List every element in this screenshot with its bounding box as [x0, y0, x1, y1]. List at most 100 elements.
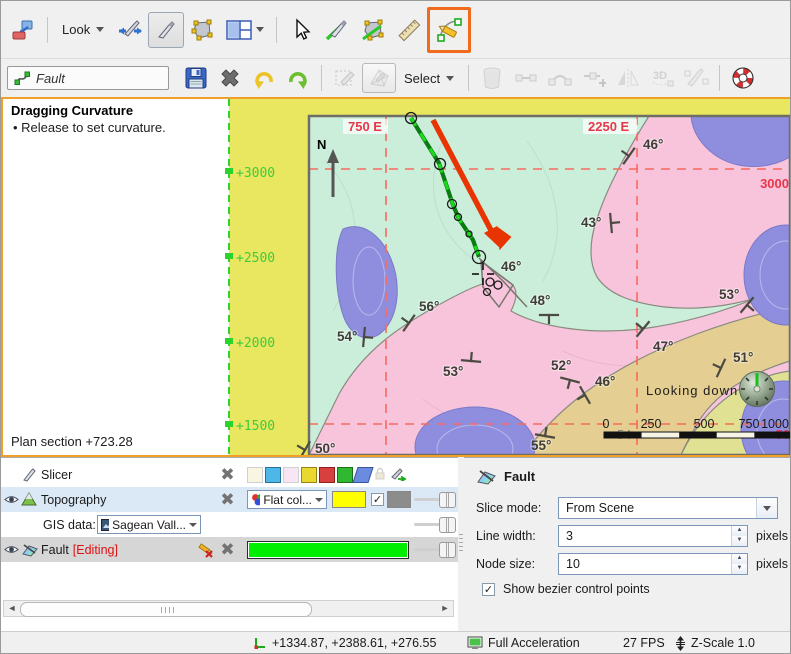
cube-green-icon[interactable]	[337, 467, 353, 483]
fault-layer-icon	[22, 544, 38, 557]
cube-blue-icon[interactable]	[265, 467, 281, 483]
cursor-coordinates: +1334.87, +2388.61, +276.55	[272, 636, 437, 650]
slice-plane-icon[interactable]	[352, 467, 374, 483]
layer-name: Fault	[41, 542, 69, 557]
gis-data-dropdown[interactable]: Sagean Vall...	[97, 515, 201, 534]
cube-pale-icon[interactable]	[247, 467, 263, 483]
topography-color-swatch[interactable]	[332, 491, 366, 508]
mirror-button[interactable]	[611, 63, 645, 93]
remove-layer-button[interactable]: ✖	[219, 541, 236, 558]
slicer-tool-button[interactable]	[148, 11, 185, 48]
select-dropdown[interactable]: Select	[396, 63, 462, 93]
plane-with-nodes-icon	[191, 19, 213, 40]
line-width-unit: pixels	[756, 529, 788, 543]
save-button[interactable]	[179, 63, 213, 93]
opacity-slider[interactable]	[414, 517, 456, 533]
add-node-icon	[584, 72, 607, 87]
undo-button[interactable]	[247, 63, 281, 93]
knife-green-line-icon	[326, 19, 347, 40]
draw-plane-line-button[interactable]	[355, 12, 391, 48]
spin-arrows[interactable]: ▲ ▼	[731, 526, 747, 546]
hint-title: Dragging Curvature	[11, 103, 133, 118]
ruler-icon	[398, 18, 421, 41]
scrollbar-thumb[interactable]	[20, 602, 312, 617]
line-width-input[interactable]: 3 ▲ ▼	[558, 525, 748, 547]
help-button[interactable]	[726, 63, 760, 93]
delete-nodes-button[interactable]	[475, 63, 509, 93]
dip-label: 46°	[643, 137, 663, 152]
image-icon	[101, 518, 110, 531]
slice-polyline-button[interactable]	[679, 63, 713, 93]
cube-pink-icon[interactable]	[283, 467, 299, 483]
slice-mode-value: From Scene	[566, 501, 635, 515]
properties-header: Fault	[476, 468, 535, 485]
draw-curve-tool-button[interactable]	[427, 6, 472, 53]
spin-arrows[interactable]: ▲ ▼	[731, 554, 747, 574]
visibility-eye-icon[interactable]	[4, 543, 19, 556]
curved-segment-button[interactable]	[543, 63, 577, 93]
layer-list-scrollbar[interactable]: ◄ ►	[3, 600, 454, 617]
object-name-field[interactable]: Fault	[7, 66, 169, 90]
visibility-eye-icon[interactable]	[4, 493, 19, 506]
z-scale-icon	[676, 635, 685, 651]
scroll-right-arrow[interactable]: ►	[437, 601, 453, 616]
layer-name: Topography	[41, 492, 107, 507]
look-label: Look	[62, 22, 91, 37]
bezier-checkbox[interactable]: ✓	[482, 582, 495, 596]
slicer-arrows-icon[interactable]	[389, 467, 407, 481]
lifebuoy-icon	[732, 67, 754, 89]
scroll-left-arrow[interactable]: ◄	[4, 601, 20, 616]
look-dropdown[interactable]: Look	[54, 15, 112, 45]
layer-row-topography[interactable]: Topography ✖ Flat col... ✓	[1, 487, 458, 512]
scene-viewport[interactable]: 750 E 2250 E 3000 50 N 46° 43° 46° 48° 5…	[1, 97, 790, 457]
shading-mode-dropdown[interactable]: Flat col...	[247, 490, 327, 509]
topography-checkbox[interactable]: ✓	[371, 493, 384, 506]
lock-icon	[375, 467, 385, 480]
straight-segment-button[interactable]	[509, 63, 543, 93]
3d-mode-button[interactable]: 3D	[645, 63, 679, 93]
section-label: +2500	[236, 251, 275, 266]
dip-label: 46°	[595, 374, 615, 389]
z-scale-value: Z-Scale 1.0	[691, 636, 755, 650]
grid-label-north: 3000	[760, 176, 789, 191]
layer-row-slicer[interactable]: Slicer ✖	[1, 462, 458, 487]
grid-label-east: 750 E	[348, 119, 382, 134]
layer-row-gis[interactable]: GIS data: Sagean Vall...	[1, 512, 458, 537]
clear-scene-button[interactable]	[5, 12, 41, 48]
delete-object-button[interactable]	[213, 63, 247, 93]
orientation-ball[interactable]	[739, 371, 775, 407]
separator	[719, 65, 721, 91]
move-slicer-tool-button[interactable]	[112, 12, 148, 48]
node-size-input[interactable]: 10 ▲ ▼	[558, 553, 748, 575]
3d-icon: 3D	[652, 70, 674, 87]
select-cursor-button[interactable]	[283, 12, 319, 48]
secondary-color-swatch[interactable]	[387, 491, 411, 508]
main-toolbar: Look	[1, 1, 790, 59]
draw-on-slicer-button[interactable]	[328, 63, 362, 93]
rgb-circles-icon	[252, 494, 261, 506]
dip-label: 48°	[530, 293, 550, 308]
remove-layer-button[interactable]: ✖	[219, 466, 236, 483]
stop-editing-icon[interactable]	[197, 541, 214, 558]
draw-slicer-line-button[interactable]	[319, 12, 355, 48]
curve-pencil-icon	[437, 17, 463, 42]
add-node-button[interactable]	[577, 63, 611, 93]
redo-button[interactable]	[281, 63, 315, 93]
slice-mode-select[interactable]: From Scene	[558, 497, 778, 519]
opacity-slider[interactable]	[414, 492, 456, 508]
dip-label: 56°	[419, 299, 439, 314]
cube-red-icon[interactable]	[319, 467, 335, 483]
layer-row-fault[interactable]: Fault [Editing] ✖	[1, 537, 458, 562]
plane-tool-button[interactable]	[184, 12, 220, 48]
fault-color-bar[interactable]	[247, 541, 409, 559]
slicer-knife-icon	[23, 468, 36, 482]
remove-layer-button[interactable]: ✖	[219, 491, 236, 508]
separator	[321, 65, 322, 91]
split-view-button[interactable]	[220, 12, 270, 48]
ruler-tool-button[interactable]	[391, 12, 427, 48]
opacity-slider[interactable]	[414, 542, 456, 558]
draw-on-mesh-button[interactable]	[362, 63, 396, 93]
cube-yellow-icon[interactable]	[301, 467, 317, 483]
dip-label: 54°	[337, 329, 357, 344]
node-size-value: 10	[566, 557, 580, 571]
